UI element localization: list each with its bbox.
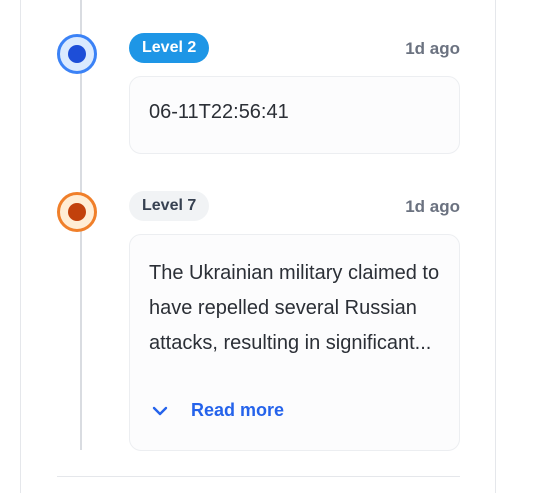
level-badge: Level 7 bbox=[129, 191, 210, 221]
timeline-marker-dot bbox=[68, 45, 86, 63]
timestamp: 1d ago bbox=[405, 197, 460, 216]
divider bbox=[57, 476, 460, 477]
timeline-marker-level-7 bbox=[57, 192, 97, 232]
card-text: 06-11T22:56:41 bbox=[149, 101, 289, 123]
timeline-marker-level-2 bbox=[57, 34, 97, 74]
timeline-card: The Ukrainian military claimed to have r… bbox=[129, 234, 460, 451]
read-more-button[interactable]: Read more bbox=[150, 400, 284, 421]
card-text: The Ukrainian military claimed to have r… bbox=[149, 262, 440, 354]
read-more-label: Read more bbox=[191, 400, 285, 420]
timeline-card: 06-11T22:56:41 bbox=[129, 76, 460, 154]
timeline-marker-dot bbox=[68, 203, 86, 221]
level-badge: Level 2 bbox=[129, 33, 210, 63]
timestamp: 1d ago bbox=[405, 39, 460, 58]
chevron-down-icon bbox=[152, 406, 168, 415]
